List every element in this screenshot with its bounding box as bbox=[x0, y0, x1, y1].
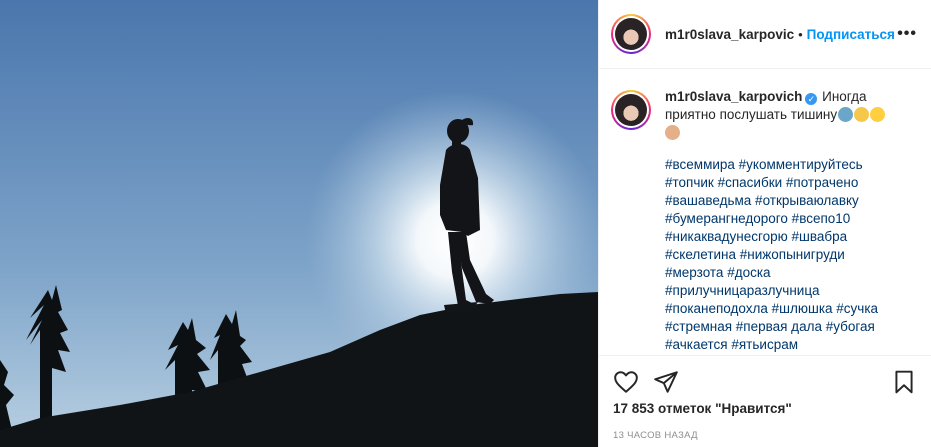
follow-button[interactable]: Подписаться bbox=[807, 27, 895, 42]
hashtag-line[interactable]: #ачкается #ятьисрам bbox=[665, 336, 905, 354]
avatar[interactable] bbox=[611, 14, 651, 54]
hashtag-line[interactable]: #топчик #спасибки #потрачено bbox=[665, 174, 905, 192]
verified-badge-icon: ✓ bbox=[805, 93, 818, 105]
likes-count[interactable]: 17 853 отметок "Нравится" bbox=[613, 401, 792, 416]
more-dots-icon[interactable]: ••• bbox=[897, 25, 919, 43]
person-in-lotus-emoji-icon bbox=[838, 107, 854, 122]
hashtag-line[interactable]: #никаквадунесгорю #швабра bbox=[665, 228, 905, 246]
caption-username[interactable]: m1r0slava_karpovich bbox=[665, 89, 802, 104]
hashtag-line[interactable]: #поканеподохла #шлюшка #сучка bbox=[665, 300, 905, 318]
hashtag-line[interactable]: #вашаведьма #открываюлавку bbox=[665, 192, 905, 210]
hashtag-line[interactable]: #скелетина #нижопынигруди bbox=[665, 246, 905, 264]
hashtag-line[interactable]: #прилучницаразлучница bbox=[665, 282, 905, 300]
bookmark-icon[interactable] bbox=[891, 369, 917, 395]
post-comments: m1r0slava_karpovich ✓ Иногда приятно посл… bbox=[599, 70, 931, 355]
hashtag-line[interactable]: #мерзота #доска bbox=[665, 264, 905, 282]
silhouette-photo bbox=[0, 0, 598, 447]
caption-row: m1r0slava_karpovich ✓ Иногда приятно посл… bbox=[611, 88, 919, 142]
hashtag-line[interactable]: #стремная #первая дала #убогая bbox=[665, 318, 905, 336]
separator-dot: • bbox=[798, 26, 803, 42]
post-sidebar: m1r0slava_karpovic • Подписаться ••• m1r… bbox=[598, 0, 931, 447]
hashtag-line[interactable]: #всеммира #укомментируйтесь bbox=[665, 156, 905, 174]
caption: m1r0slava_karpovich ✓ Иногда приятно посл… bbox=[665, 88, 915, 142]
hashtag-list: #всеммира #укомментируйтесь #топчик #спа… bbox=[665, 156, 905, 354]
header-username[interactable]: m1r0slava_karpovic bbox=[665, 27, 794, 42]
heart-icon[interactable] bbox=[613, 369, 639, 395]
post-timestamp[interactable]: 13 ЧАСОВ НАЗАД bbox=[613, 430, 698, 441]
praying-hands-emoji-icon bbox=[665, 125, 680, 140]
smiling-halo-emoji-icon bbox=[870, 107, 886, 122]
paper-plane-icon[interactable] bbox=[653, 369, 679, 395]
post-header: m1r0slava_karpovic • Подписаться ••• bbox=[599, 0, 931, 69]
post-photo[interactable] bbox=[0, 0, 598, 447]
hashtag-line[interactable]: #бумерангнедорого #всепо10 bbox=[665, 210, 905, 228]
caption-avatar[interactable] bbox=[611, 90, 651, 130]
sparkles-emoji-icon bbox=[854, 107, 870, 122]
